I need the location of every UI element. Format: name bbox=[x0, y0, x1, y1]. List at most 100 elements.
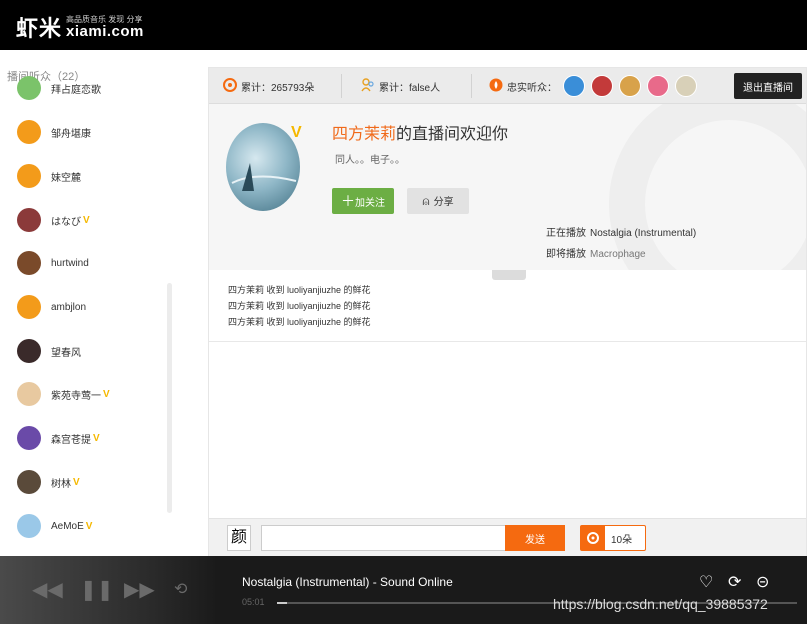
share-arrow-icon[interactable]: ⟳ bbox=[728, 572, 741, 592]
flower-icon bbox=[581, 526, 605, 550]
stats-bar: 累计：265793朵 累计：false人 忠实听众： 退出直播间 bbox=[209, 68, 806, 104]
people-icon bbox=[361, 77, 375, 95]
room-title: 四方茉莉的直播间欢迎你 bbox=[332, 120, 508, 144]
send-button[interactable]: 发送 bbox=[505, 525, 565, 551]
listener-sidebar: 播间听众（22） 拜占庭恋歌 邹舟堪康 妹空麓 はなび Vhurtwind ambjlon… bbox=[0, 50, 208, 556]
share-user-icon: ⍝ bbox=[422, 194, 430, 208]
live-room-panel: 累计：265793朵 累计：false人 忠实听众： 退出直播间 V 四方茉莉的… bbox=[208, 67, 807, 557]
listener-item[interactable]: AeMoE V bbox=[17, 511, 92, 541]
chat-input[interactable] bbox=[261, 525, 505, 551]
collapse-handle[interactable] bbox=[492, 270, 526, 280]
listener-item[interactable]: hurtwind bbox=[17, 248, 89, 278]
logo-chinese: 虾米 bbox=[16, 17, 63, 42]
listener-item[interactable]: 望春风 bbox=[17, 336, 81, 366]
listener-avatar[interactable] bbox=[17, 208, 41, 232]
listener-name[interactable]: 紫苑寺莺一 bbox=[51, 387, 101, 402]
listener-name[interactable]: 望春风 bbox=[51, 344, 81, 359]
listener-avatar[interactable] bbox=[17, 514, 41, 538]
vip-badge: V bbox=[93, 432, 100, 444]
logo-english: xiami.com bbox=[66, 22, 144, 40]
vip-badge: V bbox=[85, 520, 93, 532]
stats-divider bbox=[341, 74, 342, 98]
fan-avatar[interactable] bbox=[675, 75, 697, 97]
chat-composer: 颜 发送 10朵 bbox=[209, 518, 806, 556]
listener-avatar[interactable] bbox=[17, 164, 41, 188]
listener-name[interactable]: 邹舟堪康 bbox=[51, 125, 91, 140]
track-title: Nostalgia (Instrumental) - Sound Online bbox=[242, 575, 453, 589]
listener-avatar[interactable] bbox=[17, 251, 41, 275]
now-playing: 正在播放 Nostalgia (Instrumental) bbox=[546, 224, 696, 239]
previous-icon[interactable]: ◀◀ bbox=[32, 580, 63, 600]
listener-name[interactable]: はなび bbox=[51, 213, 81, 228]
listener-item[interactable]: 紫苑寺莺一 V bbox=[17, 379, 110, 409]
listener-item[interactable]: 妹空麓 bbox=[17, 161, 81, 191]
heart-icon[interactable]: ♡ bbox=[699, 572, 713, 592]
exit-room-button[interactable]: 退出直播间 bbox=[734, 73, 802, 99]
fan-avatar[interactable] bbox=[563, 75, 585, 97]
flower-count: 10朵 bbox=[611, 534, 633, 546]
listener-name[interactable]: 树林 bbox=[51, 475, 71, 490]
host-avatar[interactable] bbox=[226, 123, 300, 211]
listener-avatar[interactable] bbox=[17, 339, 41, 363]
room-tags: 同人。。电子。。 bbox=[335, 155, 405, 166]
stats-divider bbox=[471, 74, 472, 98]
top-bar: 虾米 高品质音乐 发现 分享 xiami.com bbox=[0, 0, 807, 50]
listener-name[interactable]: 妹空麓 bbox=[51, 169, 81, 184]
listener-avatar[interactable] bbox=[17, 120, 41, 144]
listener-avatar[interactable] bbox=[17, 426, 41, 450]
listener-name[interactable]: hurtwind bbox=[51, 258, 89, 269]
fire-icon bbox=[489, 78, 503, 95]
share-button[interactable]: ⍝ 分享 bbox=[407, 188, 469, 214]
listener-name[interactable]: AeMoE bbox=[51, 521, 84, 532]
up-next-song[interactable]: Macrophage bbox=[590, 249, 646, 260]
listener-item[interactable]: 拜占庭恋歌 bbox=[17, 73, 101, 103]
send-flower-button[interactable]: 10朵 bbox=[580, 525, 646, 551]
listener-avatar[interactable] bbox=[17, 295, 41, 319]
total-people-text: 累计：false人 bbox=[379, 82, 441, 94]
listener-avatar[interactable] bbox=[17, 382, 41, 406]
listener-name[interactable]: 森宫苍提 bbox=[51, 431, 91, 446]
emoji-button[interactable]: 颜 bbox=[227, 525, 251, 551]
fan-avatar[interactable] bbox=[619, 75, 641, 97]
follow-label: 加关注 bbox=[355, 198, 385, 209]
fan-avatar[interactable] bbox=[647, 75, 669, 97]
plus-icon: ＋ bbox=[341, 193, 355, 209]
listener-name[interactable]: 拜占庭恋歌 bbox=[51, 81, 101, 96]
message-divider bbox=[209, 341, 806, 342]
host-vip-badge: V bbox=[291, 124, 302, 141]
listener-item[interactable]: 邹舟堪康 bbox=[17, 117, 91, 147]
xiami-logo[interactable]: 虾米 高品质音乐 发现 分享 xiami.com bbox=[16, 11, 144, 43]
pause-icon[interactable]: ❚❚ bbox=[80, 580, 114, 600]
follow-button[interactable]: ＋加关注 bbox=[332, 188, 394, 214]
chat-message: 四方茉莉 收到 luoliyanjiuzhe 的鲜花 bbox=[228, 285, 371, 295]
track-time: 05:01 bbox=[242, 597, 265, 607]
listener-avatar[interactable] bbox=[17, 76, 41, 100]
share-label: 分享 bbox=[433, 197, 454, 208]
sidebar-scrollbar[interactable] bbox=[167, 283, 172, 513]
now-playing-song[interactable]: Nostalgia (Instrumental) bbox=[590, 228, 696, 239]
listener-item[interactable]: ambjlon bbox=[17, 292, 86, 322]
vip-badge: V bbox=[73, 476, 80, 488]
room-header: V 四方茉莉的直播间欢迎你 同人。。电子。。 ＋加关注 ⍝ 分享 正在播放 Nost… bbox=[209, 104, 806, 270]
next-icon[interactable]: ▶▶ bbox=[124, 580, 155, 600]
vip-badge: V bbox=[103, 388, 110, 400]
more-icon[interactable]: ⊝ bbox=[756, 572, 769, 592]
listener-item[interactable]: はなび V bbox=[17, 205, 90, 235]
now-playing-label: 正在播放 bbox=[546, 228, 586, 239]
flower-icon bbox=[223, 77, 237, 95]
listener-name[interactable]: ambjlon bbox=[51, 302, 86, 313]
listener-item[interactable]: 树林 V bbox=[17, 467, 80, 497]
loyal-fans-stat: 忠实听众： bbox=[489, 68, 697, 104]
host-name[interactable]: 四方茉莉 bbox=[332, 126, 396, 143]
listener-avatar[interactable] bbox=[17, 470, 41, 494]
watermark-url: https://blog.csdn.net/qq_39885372 bbox=[553, 596, 768, 612]
music-player: ◀◀ ❚❚ ▶▶ ⟲ Nostalgia (Instrumental) - So… bbox=[0, 556, 807, 624]
player-controls-area: ◀◀ ❚❚ ▶▶ ⟲ bbox=[0, 556, 218, 624]
chat-message: 四方茉莉 收到 luoliyanjiuzhe 的鲜花 bbox=[228, 317, 371, 327]
total-people-stat: 累计：false人 bbox=[361, 68, 440, 104]
listener-item[interactable]: 森宫苍提 V bbox=[17, 423, 100, 453]
fan-avatar[interactable] bbox=[591, 75, 613, 97]
repeat-icon[interactable]: ⟲ bbox=[174, 580, 187, 600]
up-next-label: 即将播放 bbox=[546, 249, 586, 260]
total-plays-text: 累计：265793朵 bbox=[241, 82, 315, 94]
